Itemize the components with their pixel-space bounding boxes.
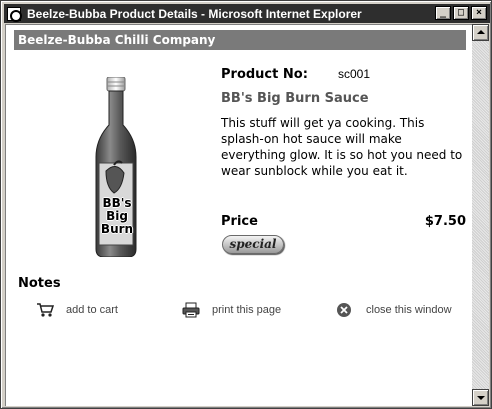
bottle-label-line: Burn	[100, 222, 134, 236]
product-number-label: Product No:	[221, 67, 308, 82]
notes-heading: Notes	[18, 276, 61, 291]
price-value: $7.50	[424, 214, 466, 229]
company-header: Beelze-Bubba Chilli Company	[14, 30, 466, 50]
ie-logo-icon	[7, 6, 22, 22]
close-window-link[interactable]: close this window	[336, 302, 452, 318]
special-badge: special	[222, 235, 284, 254]
bottle-label: BB's Big Burn	[96, 197, 138, 236]
add-to-cart-link[interactable]: add to cart	[36, 302, 118, 318]
product-image: BB's Big Burn	[92, 77, 140, 257]
title-bar[interactable]: Beelze-Bubba Product Details - Microsoft…	[4, 4, 490, 23]
price-label: Price	[221, 214, 258, 229]
product-description: This stuff will get ya cooking. This spl…	[221, 116, 463, 178]
scroll-down-arrow-icon[interactable]	[472, 389, 489, 406]
close-circle-icon	[336, 302, 354, 318]
window-title: Beelze-Bubba Product Details - Microsoft…	[27, 6, 362, 21]
close-button[interactable]: ×	[471, 6, 487, 20]
product-name: BB's Big Burn Sauce	[221, 91, 369, 106]
add-to-cart-label[interactable]: add to cart	[66, 304, 118, 316]
page-viewport: Beelze-Bubba Chilli Company BB's Big Bur…	[5, 24, 472, 406]
minimize-button[interactable]: _	[435, 6, 451, 20]
browser-window: Beelze-Bubba Product Details - Microsoft…	[0, 0, 492, 409]
company-name: Beelze-Bubba Chilli Company	[18, 33, 216, 47]
close-window-label[interactable]: close this window	[366, 304, 452, 316]
product-number: sc001	[338, 67, 371, 81]
printer-icon	[182, 302, 200, 318]
print-page-label[interactable]: print this page	[212, 304, 281, 316]
print-page-link[interactable]: print this page	[182, 302, 281, 318]
vertical-scrollbar[interactable]	[472, 24, 489, 406]
scroll-up-arrow-icon[interactable]	[472, 24, 489, 41]
maximize-button[interactable]: □	[453, 6, 469, 20]
window-controls: _ □ ×	[435, 6, 487, 20]
cart-icon	[36, 302, 55, 318]
